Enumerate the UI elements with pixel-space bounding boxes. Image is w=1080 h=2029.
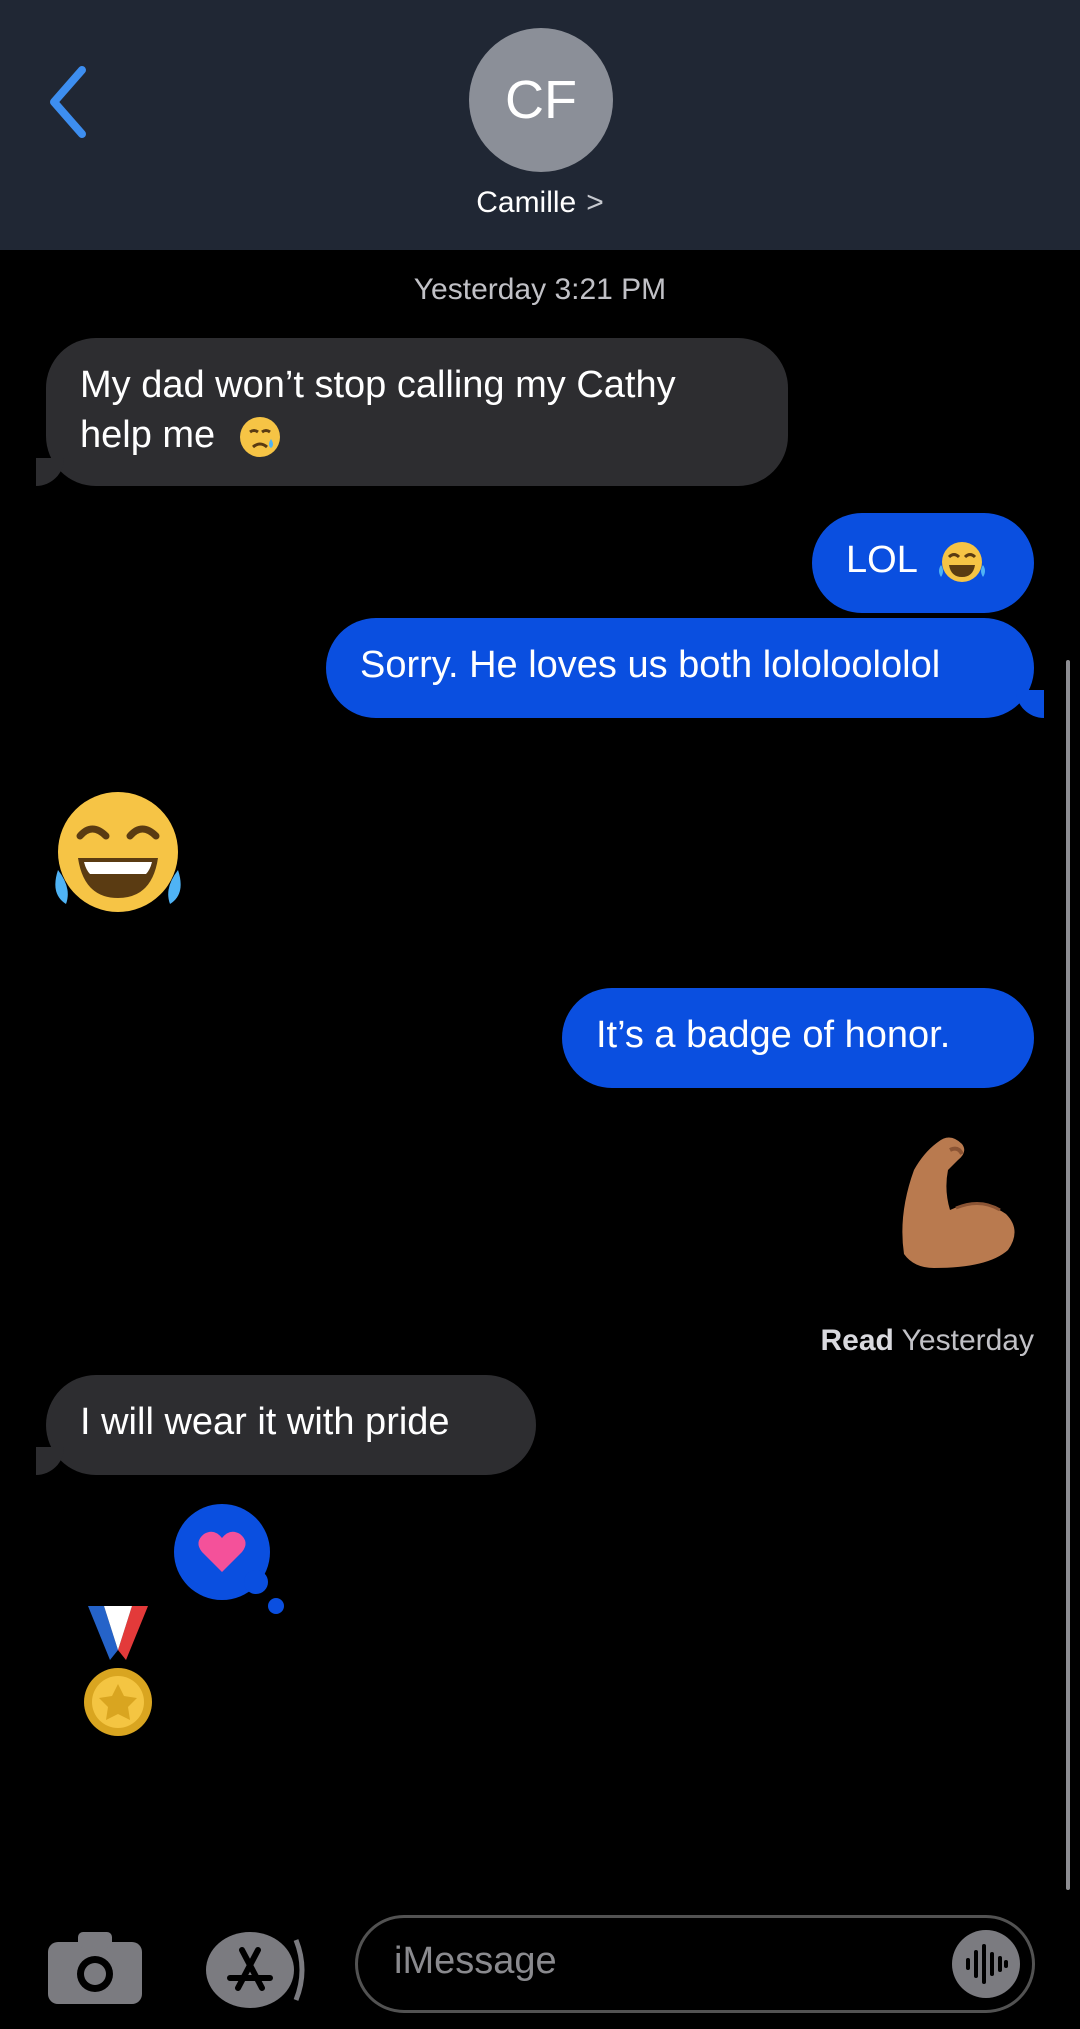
contact-name: Camille <box>476 186 577 219</box>
message-timestamp: Yesterday 3:21 PM <box>413 273 667 306</box>
medal-icon[interactable] <box>78 1602 158 1742</box>
camera-icon[interactable] <box>48 1932 142 2004</box>
heart-reaction-icon[interactable] <box>170 1500 290 1620</box>
message-text: It’s a badge of honor. <box>596 1014 951 1056</box>
app-store-icon[interactable] <box>200 1928 310 2012</box>
message-bubble-received[interactable]: My dad won’t stop calling my Cathy help … <box>36 338 788 486</box>
read-receipt: Read Yesterday <box>820 1324 1034 1357</box>
tears-of-joy-icon <box>938 541 985 582</box>
message-bubble-received[interactable]: I will wear it with pride <box>36 1375 536 1475</box>
scrollbar[interactable] <box>1066 660 1070 1890</box>
message-text: help me <box>80 414 216 456</box>
chevron-right-icon: > <box>586 186 604 219</box>
message-text: LOL <box>846 539 917 581</box>
voice-memo-icon[interactable] <box>950 1928 1022 2000</box>
sad-relieved-face-icon <box>239 416 280 457</box>
message-bubble-sent[interactable]: LOL <box>812 513 1034 613</box>
message-input-placeholder: iMessage <box>394 1940 557 1982</box>
message-bubble-sent[interactable]: Sorry. He loves us both lololoololol <box>326 618 1044 718</box>
message-text: Sorry. He loves us both lololoololol <box>360 644 941 686</box>
conversation-header: CF Camille > <box>0 0 1080 250</box>
flexed-biceps-icon[interactable] <box>900 1130 1034 1270</box>
tears-of-joy-icon[interactable] <box>50 788 186 918</box>
contact-name-button[interactable]: Camille > <box>0 186 1080 220</box>
avatar[interactable]: CF <box>469 28 613 172</box>
message-text: My dad won’t stop calling my Cathy <box>80 364 676 406</box>
message-bubble-sent[interactable]: It’s a badge of honor. <box>562 988 1034 1088</box>
message-text: I will wear it with pride <box>80 1401 450 1443</box>
message-input[interactable]: iMessage <box>355 1915 1035 2013</box>
back-chevron-icon[interactable] <box>42 62 102 142</box>
